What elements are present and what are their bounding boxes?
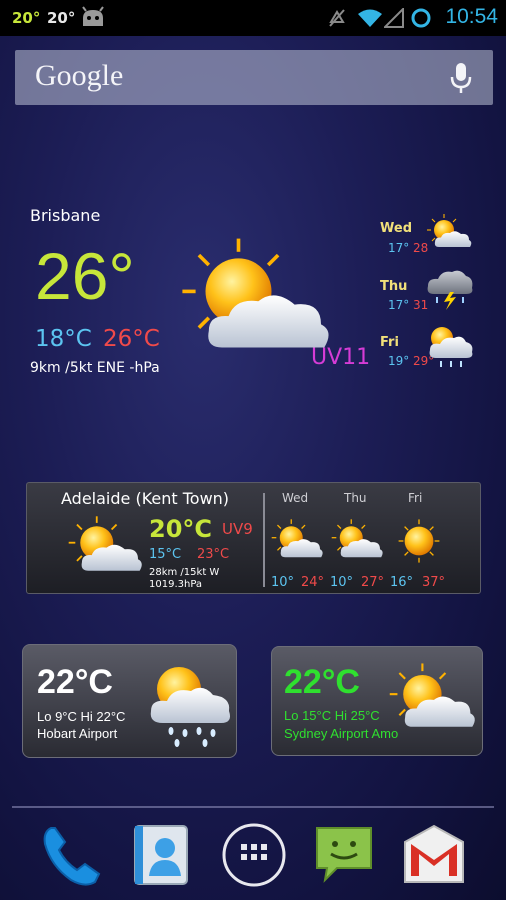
place-name: Hobart Airport — [37, 726, 118, 741]
low-high: Lo 9°C Hi 22°C — [37, 709, 126, 724]
pressure: 1019.3hPa — [149, 579, 203, 590]
forecast-low: 17° — [388, 298, 410, 312]
signal-icon — [382, 6, 404, 32]
city-name: Brisbane — [30, 206, 101, 225]
forecast-day: Wed — [282, 491, 309, 505]
forecast-day: Thu — [380, 279, 408, 294]
sun-cloud-icon — [384, 659, 480, 741]
forecast-high: 27° — [361, 575, 385, 590]
microphone-icon[interactable] — [449, 61, 473, 99]
contacts-icon[interactable] — [131, 822, 193, 892]
forecast-day: Wed — [380, 221, 412, 236]
sun-icon — [389, 513, 449, 573]
forecast-low: 10° — [330, 575, 354, 590]
google-search-bar[interactable]: Google — [15, 50, 493, 105]
messaging-icon[interactable] — [311, 822, 377, 892]
sydney-weather-widget[interactable]: 22°C Lo 15°C Hi 25°C Sydney Airport Amo — [271, 646, 483, 756]
low-high: Lo 15°C Hi 25°C — [284, 708, 380, 723]
sun-rain-icon — [139, 657, 235, 753]
current-temp: 20°C — [149, 515, 213, 543]
forecast-day: Thu — [344, 491, 367, 505]
status-temp-a: 20° — [12, 9, 41, 27]
forecast-low: 10° — [271, 575, 295, 590]
place-name: Sydney Airport Amo — [284, 726, 399, 741]
forecast-low: 16° — [390, 575, 414, 590]
status-temp-b: 20° — [47, 9, 76, 27]
forecast-low: 19° — [388, 354, 410, 368]
hobart-weather-widget[interactable]: 22°C Lo 9°C Hi 22°C Hobart Airport — [22, 644, 237, 758]
sun-cloud-icon — [424, 212, 474, 256]
forecast-day: Fri — [380, 335, 399, 350]
high-temp: 26°C — [103, 326, 160, 352]
wind: 28km /15kt W — [149, 567, 220, 578]
app-drawer-icon[interactable] — [221, 822, 287, 892]
forecast-low: 17° — [388, 241, 410, 255]
high-temp: 23°C — [197, 547, 230, 562]
sun-rain-icon — [424, 322, 474, 374]
low-temp: 15°C — [149, 547, 182, 562]
sun-cloud-icon — [267, 517, 327, 567]
low-temp: 18°C — [35, 326, 92, 352]
current-temp: 22°C — [284, 663, 360, 701]
current-temp: 26° — [35, 239, 135, 313]
status-time: 10:54 — [445, 5, 498, 28]
android-robot-icon — [80, 6, 106, 32]
wind-pressure: 9km /5kt ENE -hPa — [30, 360, 160, 376]
gmail-icon[interactable] — [401, 822, 467, 892]
forecast-high: 24° — [301, 575, 325, 590]
divider — [263, 493, 265, 587]
wifi-icon — [357, 8, 383, 32]
uv-index: UV9 — [222, 520, 253, 538]
battery-ring-icon — [410, 7, 432, 33]
phone-icon[interactable] — [37, 822, 107, 896]
current-temp: 22°C — [37, 663, 113, 701]
forecast-day: Fri — [408, 491, 423, 505]
dock-divider — [12, 806, 494, 808]
uv-index: UV11 — [311, 345, 371, 370]
sun-cloud-icon — [327, 517, 387, 567]
sun-cloud-icon — [63, 513, 147, 583]
google-logo: Google — [35, 59, 124, 92]
adelaide-weather-widget[interactable]: Adelaide (Kent Town) 20°C UV9 15°C 23°C … — [26, 482, 481, 594]
city-name: Adelaide (Kent Town) — [61, 489, 230, 508]
sync-off-icon — [327, 8, 347, 32]
storm-icon — [424, 266, 474, 314]
forecast-high: 37° — [422, 575, 446, 590]
status-bar: 20° 20° 10:54 — [0, 0, 506, 36]
